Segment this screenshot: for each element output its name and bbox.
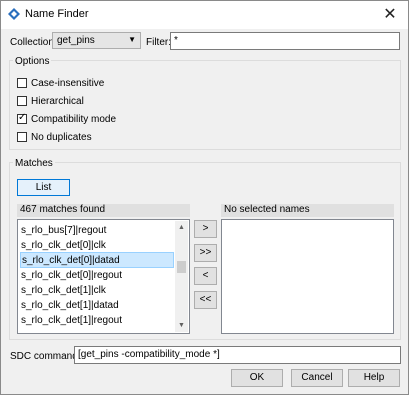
app-icon (8, 8, 20, 20)
list-button[interactable]: List (17, 179, 70, 196)
no-duplicates-checkbox[interactable] (17, 132, 27, 142)
no-duplicates-label: No duplicates (31, 132, 92, 143)
scroll-up-icon[interactable]: ▲ (175, 221, 188, 234)
scroll-thumb[interactable] (177, 261, 186, 273)
remove-selected-button[interactable]: < (194, 267, 217, 285)
collection-value: get_pins (57, 35, 95, 46)
add-selected-button[interactable]: > (194, 220, 217, 238)
chevron-down-icon: ▼ (128, 35, 136, 44)
case-insensitive-label: Case-insensitive (31, 78, 105, 89)
filter-input[interactable]: * (170, 32, 400, 50)
options-title: Options (13, 56, 52, 67)
add-all-button[interactable]: >> (194, 244, 217, 262)
collection-label: Collection: (10, 37, 57, 48)
close-button[interactable]: ✕ (378, 5, 402, 25)
selected-names-list[interactable] (221, 219, 394, 334)
selected-names-header: No selected names (221, 204, 394, 217)
matches-title: Matches (13, 158, 55, 169)
compatibility-mode-label: Compatibility mode (31, 114, 117, 125)
close-icon: ✕ (383, 6, 397, 23)
hierarchical-label: Hierarchical (31, 96, 84, 107)
sdc-command-label: SDC command: (10, 351, 81, 362)
list-item[interactable]: s_rlo_clk_det[0]|regout (20, 268, 174, 284)
collection-dropdown[interactable]: get_pins ▼ (52, 32, 141, 49)
ok-button[interactable]: OK (231, 369, 283, 387)
list-item[interactable]: s_rlo_bus[7]|regout (20, 223, 174, 239)
matches-scrollbar[interactable]: ▲ ▼ (175, 221, 188, 332)
name-finder-dialog: Name Finder ✕ Collection: get_pins ▼ Fil… (0, 0, 409, 395)
case-insensitive-checkbox[interactable] (17, 78, 27, 88)
remove-all-button[interactable]: << (194, 291, 217, 309)
compatibility-mode-checkbox[interactable] (17, 112, 27, 124)
filter-label: Filter: (146, 37, 171, 48)
matches-found-header: 467 matches found (17, 204, 190, 217)
list-item[interactable]: s_rlo_clk_det[1]|regout (20, 313, 174, 329)
matches-list[interactable]: s_rlo_bus[7]|regout s_rlo_clk_det[0]|clk… (17, 219, 190, 334)
scroll-down-icon[interactable]: ▼ (175, 319, 188, 332)
hierarchical-checkbox[interactable] (17, 96, 27, 106)
title-bar: Name Finder ✕ (1, 1, 408, 29)
list-item-selected[interactable]: s_rlo_clk_det[0]|datad (20, 252, 174, 268)
help-button[interactable]: Help (348, 369, 400, 387)
window-title: Name Finder (25, 8, 89, 20)
list-item[interactable]: s_rlo_clk_det[1]|datad (20, 298, 174, 314)
sdc-command-field[interactable]: [get_pins -compatibility_mode *] (74, 346, 401, 364)
cancel-button[interactable]: Cancel (291, 369, 343, 387)
list-item[interactable]: s_rlo_clk_det[1]|clk (20, 283, 174, 299)
